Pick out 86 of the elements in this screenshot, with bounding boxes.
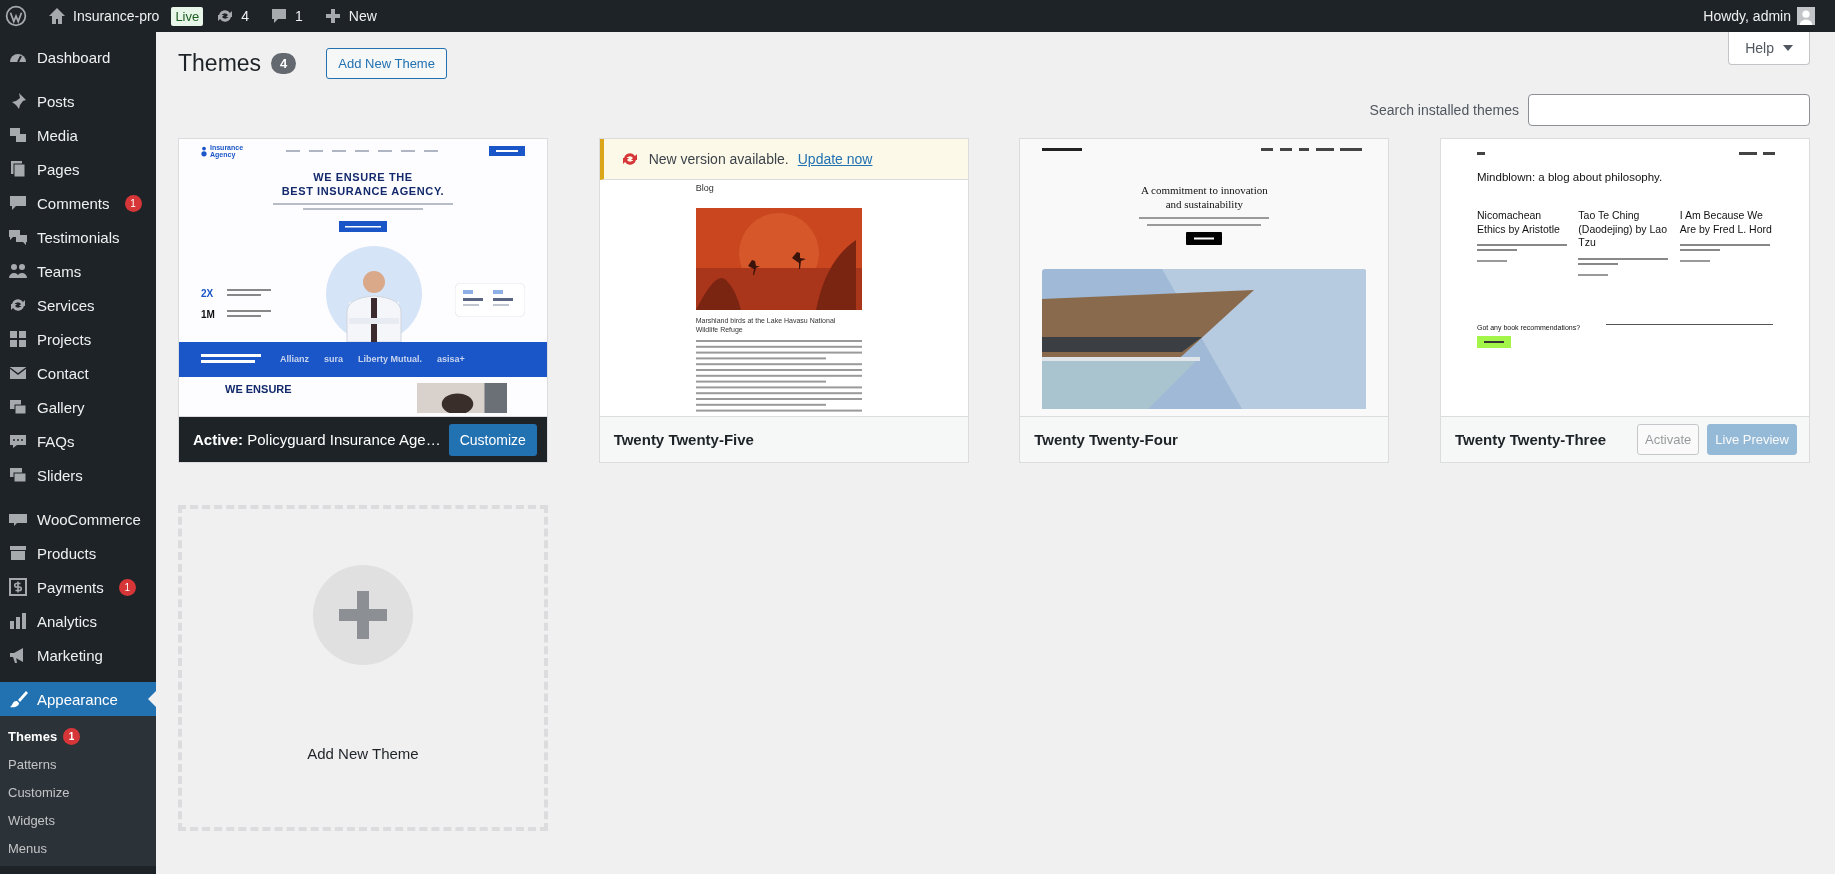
menu-item[interactable]: Analytics [0, 604, 156, 638]
menu-item[interactable]: Teams [0, 254, 156, 288]
add-new-theme-label: Add New Theme [307, 744, 419, 762]
dollar-icon [8, 577, 28, 597]
menu-item[interactable]: Marketing [0, 638, 156, 672]
headline: Mindblown: a blog about philosophy. [1476, 171, 1664, 183]
pages-icon [8, 159, 28, 179]
submenu-item[interactable]: Widgets [0, 806, 156, 834]
menu-item[interactable]: FAQs [0, 424, 156, 458]
menu-item[interactable]: Appearance [0, 682, 156, 716]
post-title: Nicomachean Ethics by Aristotle [1476, 209, 1561, 237]
caret-icon [1783, 45, 1793, 51]
theme-card[interactable]: A commitment to innovation and sustainability Twenty Twenty-Four [1019, 138, 1390, 463]
images-icon [8, 397, 28, 417]
menu-item[interactable]: Media [0, 118, 156, 152]
archive-icon [8, 543, 28, 563]
learn-more-button-drawing [1186, 231, 1223, 245]
brand-name: Allianz [280, 354, 309, 364]
menu-item[interactable]: Payments 1 [0, 570, 156, 604]
people-icon [8, 261, 28, 281]
page-title: Themes [178, 49, 262, 77]
menu-item[interactable]: Services [0, 288, 156, 322]
brand-name: sura [324, 354, 344, 364]
menu-item[interactable]: WooCommerce [0, 502, 156, 536]
menu-item[interactable]: Contact [0, 356, 156, 390]
submenu-item[interactable]: Themes 1 [0, 722, 156, 750]
theme-name: Active: Policyguard Insurance Age… [193, 431, 441, 448]
get-in-touch-button-drawing [1476, 335, 1511, 348]
submenu-item[interactable]: Patterns [0, 750, 156, 778]
speech-bubbles-icon [8, 227, 28, 247]
update-now-link[interactable]: Update now [797, 151, 873, 167]
stat-value: 1M [201, 308, 216, 320]
search-label: Search installed themes [1369, 102, 1519, 118]
menu-item[interactable]: Sliders [0, 458, 156, 492]
updates-link[interactable]: 4 [205, 0, 260, 32]
comments-link[interactable]: 1 [259, 0, 313, 32]
menu-item[interactable]: Pages [0, 152, 156, 186]
add-new-theme-card[interactable]: Add New Theme [178, 505, 548, 831]
count-badge: 1 [118, 578, 136, 596]
avatar-icon [1797, 7, 1815, 25]
theme-count-badge: 4 [271, 52, 297, 74]
brand-name: asisa+ [437, 354, 465, 364]
menu-item[interactable]: Products [0, 536, 156, 570]
menu-item[interactable]: Dashboard [0, 40, 156, 74]
menu-item[interactable]: Projects [0, 322, 156, 356]
section-heading: WE ENSURE [225, 382, 292, 395]
logo-icon [201, 145, 207, 157]
images-icon [8, 465, 28, 485]
speech-bubble-icon [8, 193, 28, 213]
submenu-item[interactable]: Customize [0, 778, 156, 806]
search-field[interactable] [1528, 94, 1810, 126]
headline: A commitment to innovation and sustainability [1140, 183, 1268, 212]
post-title: Tao Te Ching (Daodejing) by Lao Tzu [1578, 209, 1669, 250]
consultation-button-drawing [339, 220, 387, 232]
count-badge: 1 [63, 727, 81, 745]
live-badge: Live [171, 6, 204, 26]
count-badge: 1 [124, 194, 142, 212]
house-icon [47, 6, 67, 26]
notice-text: New version available. [648, 151, 789, 167]
headline: WE ENSURE THE BEST INSURANCE AGENCY. [281, 171, 445, 199]
theme-name: Twenty Twenty-Five [613, 431, 754, 448]
paintbrush-icon [8, 689, 28, 709]
customize-button[interactable]: Customize [448, 423, 537, 456]
brand-name: Liberty Mutual. [358, 354, 423, 364]
help-tab[interactable]: Help [1728, 32, 1810, 65]
statistics-card-drawing [455, 282, 525, 317]
quote-button-drawing [489, 146, 525, 156]
menu-item[interactable]: Comments 1 [0, 186, 156, 220]
menu-item[interactable]: Gallery [0, 390, 156, 424]
site-link[interactable]: Insurance-pro [37, 0, 170, 32]
theme-name: Twenty Twenty-Three [1454, 431, 1607, 448]
wordpress-logo-icon[interactable] [5, 5, 27, 27]
grid-icon [8, 329, 28, 349]
media-icon [8, 125, 28, 145]
stat-value: 2X [201, 287, 215, 299]
account-link[interactable]: Howdy, admin [1693, 0, 1825, 32]
post-title: I Am Because We Are by Fred L. Hord [1679, 209, 1773, 237]
plus-icon [313, 564, 413, 665]
blog-heading: Blog [695, 183, 715, 193]
submenu-item[interactable]: Menus [0, 834, 156, 862]
theme-name: Twenty Twenty-Four [1034, 431, 1178, 448]
new-link[interactable]: New [312, 0, 387, 32]
bar-chart-icon [8, 611, 28, 631]
menu-item[interactable]: Testimonials [0, 220, 156, 254]
menu-item[interactable]: Posts [0, 84, 156, 118]
add-new-theme-button[interactable]: Add New Theme [326, 47, 447, 79]
